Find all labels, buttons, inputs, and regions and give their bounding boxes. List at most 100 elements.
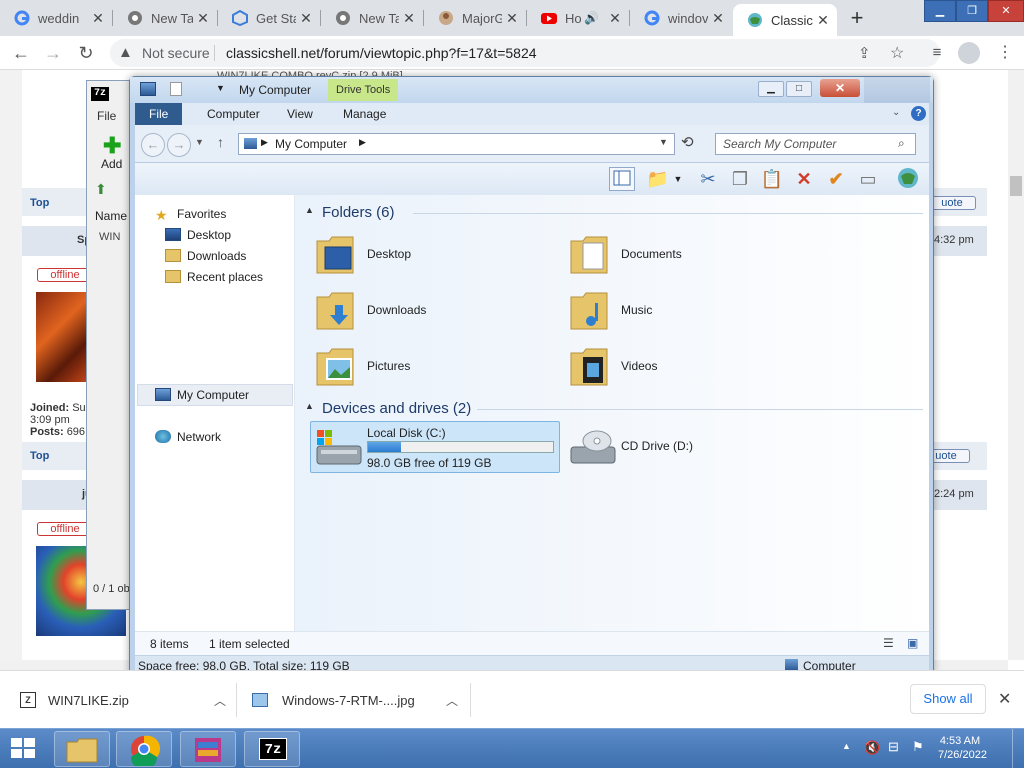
folder-options-dropdown-icon[interactable]: ▼	[671, 167, 685, 191]
help-icon[interactable]: ?	[911, 106, 926, 121]
show-hidden-icons[interactable]: ▲	[842, 741, 851, 751]
zip-file-row[interactable]: WIN	[99, 231, 120, 243]
properties-check-icon[interactable]: ✔	[823, 167, 849, 191]
new-folder-icon[interactable]: 📁	[645, 167, 671, 191]
ribbon-expand-icon[interactable]: ⌄	[892, 107, 900, 118]
forward-arrow-icon[interactable]: →	[40, 40, 66, 66]
volume-muted-icon[interactable]: 🔇	[864, 740, 880, 756]
folder-tile-music[interactable]: Music	[569, 283, 799, 339]
download-filename[interactable]: WIN7LIKE.zip	[48, 693, 214, 708]
close-icon[interactable]: ✕	[813, 12, 833, 29]
tab-windows[interactable]: windov ✕	[630, 4, 732, 32]
start-button-windows-icon[interactable]	[8, 735, 40, 763]
nav-recent-places[interactable]: Recent places	[165, 270, 263, 284]
refresh-icon[interactable]: ⟲	[681, 133, 694, 151]
tab-get-started[interactable]: Get Sta ✕	[218, 4, 320, 32]
back-arrow-icon[interactable]: ←	[8, 40, 34, 66]
page-scrollbar[interactable]	[1008, 70, 1024, 660]
chevron-up-icon[interactable]: ︿	[214, 692, 234, 709]
paste-icon[interactable]: 📋	[759, 167, 785, 191]
explorer-window[interactable]: ▼ My Computer Drive Tools ▁ □ ✕ File Com…	[129, 76, 934, 677]
tab-new-tab-2[interactable]: New Ta ✕	[321, 4, 423, 32]
close-button[interactable]: ✕	[820, 79, 860, 97]
kebab-menu-icon[interactable]: ⋮	[992, 40, 1018, 66]
globe-icon[interactable]	[895, 167, 921, 191]
recent-locations-icon[interactable]: ▼	[195, 137, 204, 147]
close-window-button[interactable]: ✕	[988, 0, 1024, 22]
large-icons-view-icon[interactable]: ▣	[907, 636, 918, 650]
nav-network[interactable]: Network	[155, 430, 221, 444]
tab-view[interactable]: View	[287, 103, 313, 125]
address-bar[interactable]: ▲ Not secure classicshell.net/forum/view…	[110, 39, 940, 67]
back-button[interactable]: ←	[141, 133, 165, 157]
close-icon[interactable]: ✕	[88, 10, 108, 27]
minimize-button[interactable]: ▁	[758, 81, 784, 97]
taskbar-winrar-icon[interactable]	[180, 731, 236, 767]
download-item-zip[interactable]: Z WIN7LIKE.zip ︿	[20, 671, 234, 729]
taskbar-explorer-icon[interactable]	[54, 731, 110, 767]
minimize-window-button[interactable]: ▁	[924, 0, 956, 22]
nav-desktop[interactable]: Desktop	[165, 228, 231, 242]
folder-tile-pictures[interactable]: Pictures	[315, 339, 545, 395]
restore-window-button[interactable]: ❐	[956, 0, 988, 22]
drive-tile-cd[interactable]: CD Drive (D:)	[565, 421, 815, 473]
breadcrumb-my-computer[interactable]: My Computer	[275, 137, 347, 151]
zip-menu-file[interactable]: File	[97, 109, 116, 123]
taskbar-chrome-icon[interactable]	[116, 731, 172, 768]
address-dropdown-icon[interactable]: ▼	[659, 137, 668, 147]
close-icon[interactable]: ✕	[502, 10, 522, 27]
show-desktop-button[interactable]	[1012, 729, 1024, 768]
new-tab-button[interactable]: +	[843, 5, 871, 33]
folders-group-header[interactable]: Folders (6)	[322, 204, 395, 221]
add-plus-icon[interactable]: ✚	[103, 133, 121, 159]
close-icon[interactable]: ✕	[605, 10, 625, 27]
close-icon[interactable]: ✕	[193, 10, 213, 27]
properties-icon[interactable]	[170, 82, 182, 96]
up-folder-icon[interactable]: ⬆	[95, 181, 107, 198]
preview-pane-icon[interactable]	[609, 167, 635, 191]
taskbar-clock[interactable]: 4:53 AM 7/26/2022	[938, 734, 987, 762]
drive-tools-tab[interactable]: Drive Tools	[328, 79, 399, 101]
search-placeholder[interactable]: Search My Computer	[723, 137, 836, 151]
close-icon[interactable]: ✕	[708, 10, 728, 27]
folder-tile-desktop[interactable]: Desktop	[315, 227, 545, 283]
folder-tile-downloads[interactable]: Downloads	[315, 283, 545, 339]
rename-icon[interactable]: ▭	[855, 167, 881, 191]
drive-tile-local-disk-selected[interactable]: Local Disk (C:) 98.0 GB free of 119 GB	[310, 421, 560, 473]
delete-icon[interactable]: ✕	[791, 167, 817, 191]
address-box[interactable]: ▶ My Computer ▶ ▼	[238, 133, 675, 155]
zip-add-label[interactable]: Add	[101, 157, 122, 171]
download-item-jpg[interactable]: Windows-7-RTM-....jpg ︿	[252, 671, 466, 729]
share-icon[interactable]: ⇪	[858, 44, 871, 62]
close-icon[interactable]: ✕	[296, 10, 316, 27]
network-tray-icon[interactable]: ⊟	[888, 739, 899, 755]
details-view-icon[interactable]: ☰	[883, 636, 894, 650]
top-link[interactable]: Top	[30, 197, 49, 209]
profile-avatar-icon[interactable]	[958, 42, 980, 64]
nav-my-computer[interactable]: My Computer	[155, 388, 249, 402]
folder-tile-videos[interactable]: Videos	[569, 339, 799, 395]
collapse-group-icon[interactable]: ▲	[305, 205, 314, 215]
speaker-icon[interactable]: 🔊	[584, 11, 599, 25]
quote-button[interactable]: uote	[928, 196, 976, 210]
nav-downloads[interactable]: Downloads	[165, 249, 246, 263]
top-link-2[interactable]: Top	[30, 450, 49, 462]
tab-file[interactable]: File	[135, 103, 183, 125]
reload-icon[interactable]: ↻	[73, 40, 99, 66]
breadcrumb-chevron-icon[interactable]: ▶	[261, 137, 268, 148]
up-arrow-icon[interactable]: ↑	[217, 134, 224, 150]
url-text[interactable]: classicshell.net/forum/viewtopic.php?f=1…	[226, 45, 537, 61]
chevron-up-icon[interactable]: ︿	[446, 692, 466, 709]
tab-majorg[interactable]: MajorG ✕	[424, 4, 526, 32]
media-control-icon[interactable]: ≡	[924, 40, 950, 66]
warning-triangle-icon[interactable]: ▲	[118, 44, 133, 61]
taskbar-7zip-icon[interactable]: 7z	[244, 731, 300, 767]
breadcrumb-chevron-icon[interactable]: ▶	[359, 137, 366, 148]
search-box[interactable]: Search My Computer ⌕	[715, 133, 916, 155]
tab-weddin[interactable]: weddin ✕	[0, 4, 112, 32]
tab-computer[interactable]: Computer	[207, 103, 260, 125]
devices-group-header[interactable]: Devices and drives (2)	[322, 400, 471, 417]
tab-new-tab-1[interactable]: New Ta ✕	[113, 4, 217, 32]
zip-column-name[interactable]: Name	[95, 209, 127, 223]
not-secure-label[interactable]: Not secure	[142, 45, 210, 61]
